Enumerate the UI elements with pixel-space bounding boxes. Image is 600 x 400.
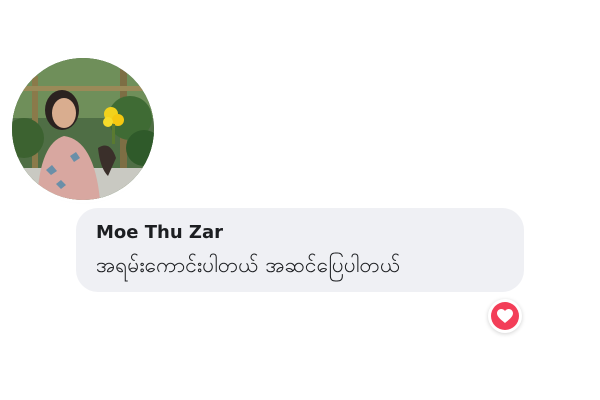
heart-glyph <box>497 308 513 323</box>
profile-photo <box>12 58 154 200</box>
avatar[interactable] <box>12 58 154 200</box>
reaction-badge[interactable] <box>488 299 522 333</box>
comment-author[interactable]: Moe Thu Zar <box>96 222 504 244</box>
heart-icon <box>491 302 519 330</box>
comment-thread: Moe Thu Zar အရမ်းကောင်းပါတယ် အဆင်ပြေပါတယ… <box>0 0 600 400</box>
comment-text: အရမ်းကောင်းပါတယ် အဆင်ပြေပါတယ် <box>96 253 401 277</box>
comment-bubble: Moe Thu Zar အရမ်းကောင်းပါတယ် အဆင်ပြေပါတယ… <box>76 208 524 292</box>
